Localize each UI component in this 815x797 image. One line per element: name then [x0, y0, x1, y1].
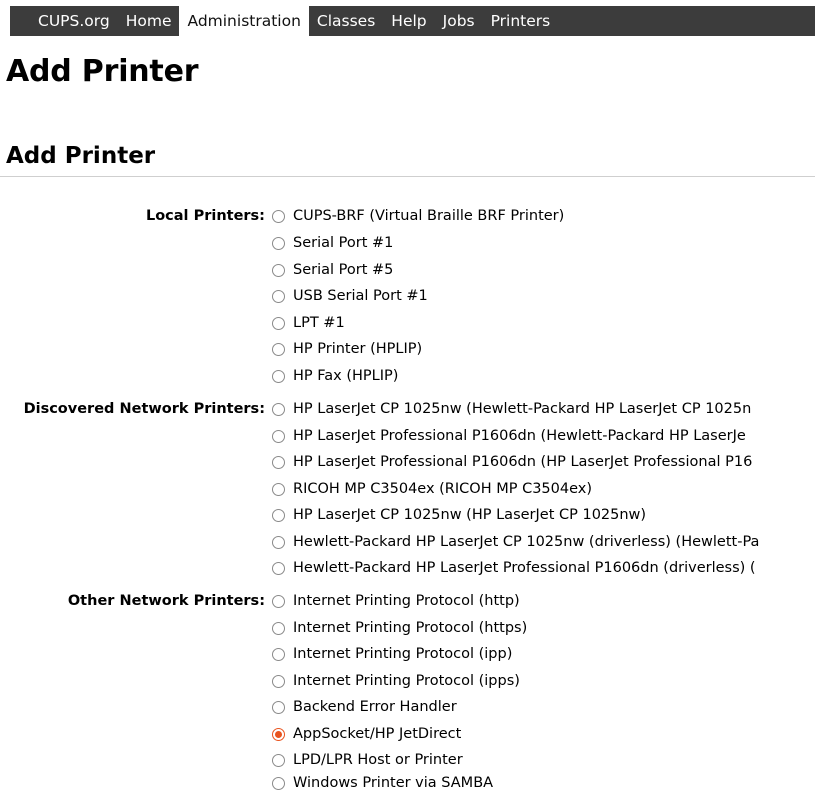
option-label: HP LaserJet CP 1025nw (Hewlett-Packard H…	[293, 401, 752, 418]
section-divider	[0, 176, 815, 177]
option-discovered-6[interactable]: Hewlett-Packard HP LaserJet CP 1025nw (d…	[272, 529, 759, 556]
nav-printers[interactable]: Printers	[483, 6, 559, 36]
radio-button[interactable]	[272, 508, 285, 522]
radio-button[interactable]	[272, 342, 285, 356]
option-label: HP LaserJet Professional P1606dn (Hewlet…	[293, 428, 746, 445]
option-ipp-https[interactable]: Internet Printing Protocol (https)	[272, 615, 527, 642]
section-title: Add Printer	[6, 143, 156, 169]
nav-classes[interactable]: Classes	[309, 6, 383, 36]
option-appsocket-hp-jetdirect[interactable]: AppSocket/HP JetDirect	[272, 721, 461, 748]
radio-button[interactable]	[272, 621, 285, 635]
option-usb-serial-port-1[interactable]: USB Serial Port #1	[272, 283, 428, 310]
other-network-printers-label: Other Network Printers:	[67, 593, 265, 609]
option-label: CUPS-BRF (Virtual Braille BRF Printer)	[293, 208, 565, 225]
option-windows-samba[interactable]: Windows Printer via SAMBA	[272, 770, 493, 797]
option-label: LPD/LPR Host or Printer	[293, 752, 463, 769]
radio-button[interactable]	[272, 594, 285, 608]
discovered-network-printers-label: Discovered Network Printers:	[23, 401, 265, 417]
option-discovered-7[interactable]: Hewlett-Packard HP LaserJet Professional…	[272, 555, 756, 582]
option-discovered-3[interactable]: HP LaserJet Professional P1606dn (HP Las…	[272, 449, 752, 476]
option-label: USB Serial Port #1	[293, 288, 428, 305]
option-hp-printer-hplip[interactable]: HP Printer (HPLIP)	[272, 336, 422, 363]
option-label: Hewlett-Packard HP LaserJet CP 1025nw (d…	[293, 534, 760, 551]
option-label: LPT #1	[293, 315, 345, 332]
radio-button[interactable]	[272, 402, 285, 416]
option-discovered-2[interactable]: HP LaserJet Professional P1606dn (Hewlet…	[272, 423, 746, 450]
radio-button[interactable]	[272, 369, 285, 383]
radio-button[interactable]	[272, 776, 285, 790]
option-label: Hewlett-Packard HP LaserJet Professional…	[293, 560, 756, 577]
radio-button[interactable]	[272, 429, 285, 443]
page-title: Add Printer	[6, 54, 199, 89]
option-label: HP LaserJet CP 1025nw (HP LaserJet CP 10…	[293, 507, 647, 524]
nav-cups-org[interactable]: CUPS.org	[10, 6, 118, 36]
radio-button[interactable]	[272, 674, 285, 688]
option-label: HP Fax (HPLIP)	[293, 368, 399, 385]
option-label: HP Printer (HPLIP)	[293, 341, 423, 358]
radio-button[interactable]	[272, 535, 285, 549]
option-label: AppSocket/HP JetDirect	[293, 726, 462, 743]
option-hp-fax-hplip[interactable]: HP Fax (HPLIP)	[272, 363, 398, 390]
radio-button[interactable]	[272, 753, 285, 767]
option-label: HP LaserJet Professional P1606dn (HP Las…	[293, 454, 753, 471]
option-ipp-http[interactable]: Internet Printing Protocol (http)	[272, 588, 520, 615]
option-discovered-5[interactable]: HP LaserJet CP 1025nw (HP LaserJet CP 10…	[272, 502, 646, 529]
nav-help[interactable]: Help	[383, 6, 434, 36]
radio-button[interactable]	[272, 209, 285, 223]
option-label: Internet Printing Protocol (https)	[293, 620, 528, 637]
option-lpt-1[interactable]: LPT #1	[272, 310, 345, 337]
nav-jobs[interactable]: Jobs	[435, 6, 483, 36]
option-label: RICOH MP C3504ex (RICOH MP C3504ex)	[293, 481, 592, 498]
option-label: Serial Port #1	[293, 235, 394, 252]
option-serial-port-5[interactable]: Serial Port #5	[272, 257, 393, 284]
option-cups-brf[interactable]: CUPS-BRF (Virtual Braille BRF Printer)	[272, 203, 564, 230]
radio-button[interactable]	[272, 647, 285, 661]
radio-button[interactable]	[272, 455, 285, 469]
local-printers-label: Local Printers:	[145, 208, 265, 224]
option-label: Internet Printing Protocol (http)	[293, 593, 520, 610]
nav-home[interactable]: Home	[118, 6, 180, 36]
option-serial-port-1[interactable]: Serial Port #1	[272, 230, 393, 257]
option-label: Internet Printing Protocol (ipp)	[293, 646, 513, 663]
option-ipp-ipps[interactable]: Internet Printing Protocol (ipps)	[272, 668, 520, 695]
radio-button[interactable]	[272, 316, 285, 330]
radio-button[interactable]	[272, 289, 285, 303]
option-discovered-4[interactable]: RICOH MP C3504ex (RICOH MP C3504ex)	[272, 476, 592, 503]
top-nav-bar: CUPS.org Home Administration Classes Hel…	[10, 6, 815, 36]
option-discovered-1[interactable]: HP LaserJet CP 1025nw (Hewlett-Packard H…	[272, 396, 751, 423]
option-label: Windows Printer via SAMBA	[293, 775, 494, 792]
nav-administration[interactable]: Administration	[179, 6, 309, 36]
radio-button-selected[interactable]	[272, 727, 285, 741]
radio-button[interactable]	[272, 561, 285, 575]
option-label: Backend Error Handler	[293, 699, 457, 716]
radio-button[interactable]	[272, 236, 285, 250]
radio-button[interactable]	[272, 482, 285, 496]
option-label: Internet Printing Protocol (ipps)	[293, 673, 520, 690]
radio-button[interactable]	[272, 263, 285, 277]
option-label: Serial Port #5	[293, 262, 394, 279]
option-ipp-ipp[interactable]: Internet Printing Protocol (ipp)	[272, 641, 512, 668]
radio-button[interactable]	[272, 700, 285, 714]
option-backend-error-handler[interactable]: Backend Error Handler	[272, 694, 457, 721]
